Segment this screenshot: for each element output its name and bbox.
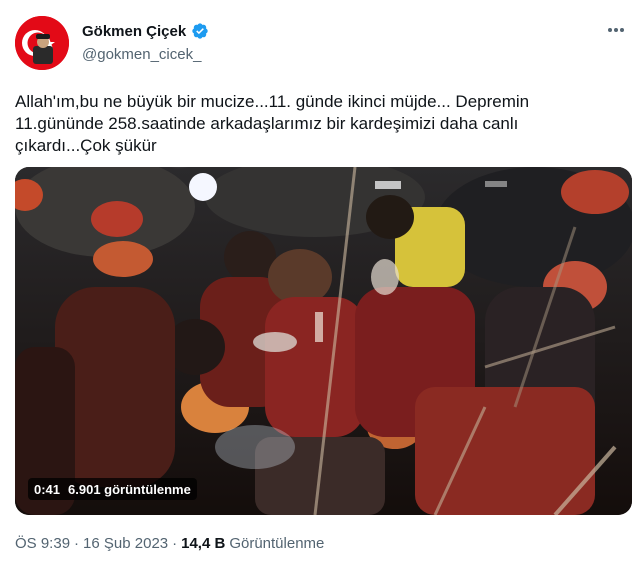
tweet-date[interactable]: 16 Şub 2023 <box>83 535 168 552</box>
video-frame <box>15 167 632 515</box>
meta-separator: · <box>172 535 178 552</box>
more-options-icon[interactable] <box>604 18 628 42</box>
author-display-name[interactable]: Gökmen Çiçek <box>82 23 186 40</box>
video-views: 6.901 görüntülenme <box>68 481 191 497</box>
video-stats-badge: 0:41 6.901 görüntülenme <box>28 478 197 500</box>
tweet-time[interactable]: ÖS 9:39 <box>15 535 70 552</box>
verified-badge-icon <box>191 22 209 40</box>
video-duration: 0:41 <box>34 481 61 497</box>
tweet-text-line: Allah'ım,bu ne büyük bir mucize...11. gü… <box>15 92 530 111</box>
tweet-text-line: çıkardı...Çok şükür <box>15 136 157 155</box>
tweet-text: Allah'ım,bu ne büyük bir mucize...11. gü… <box>15 91 625 157</box>
video-player[interactable] <box>15 167 632 515</box>
meta-separator: · <box>74 535 80 552</box>
avatar[interactable] <box>15 16 69 70</box>
tweet-meta: ÖS 9:39 · 16 Şub 2023 · 14,4 B Görüntüle… <box>15 535 324 552</box>
tweet-views-count: 14,4 B <box>181 535 226 552</box>
avatar-image <box>15 16 69 70</box>
tweet-card: Gökmen Çiçek @gokmen_cicek_ Allah'ım,bu … <box>0 0 640 564</box>
tweet-views-label: Görüntülenme <box>229 535 325 552</box>
tweet-text-line: 11.gününde 258.saatinde arkadaşlarımız b… <box>15 114 519 133</box>
author-handle[interactable]: @gokmen_cicek_ <box>82 46 201 63</box>
author-name-row: Gökmen Çiçek <box>82 22 209 40</box>
